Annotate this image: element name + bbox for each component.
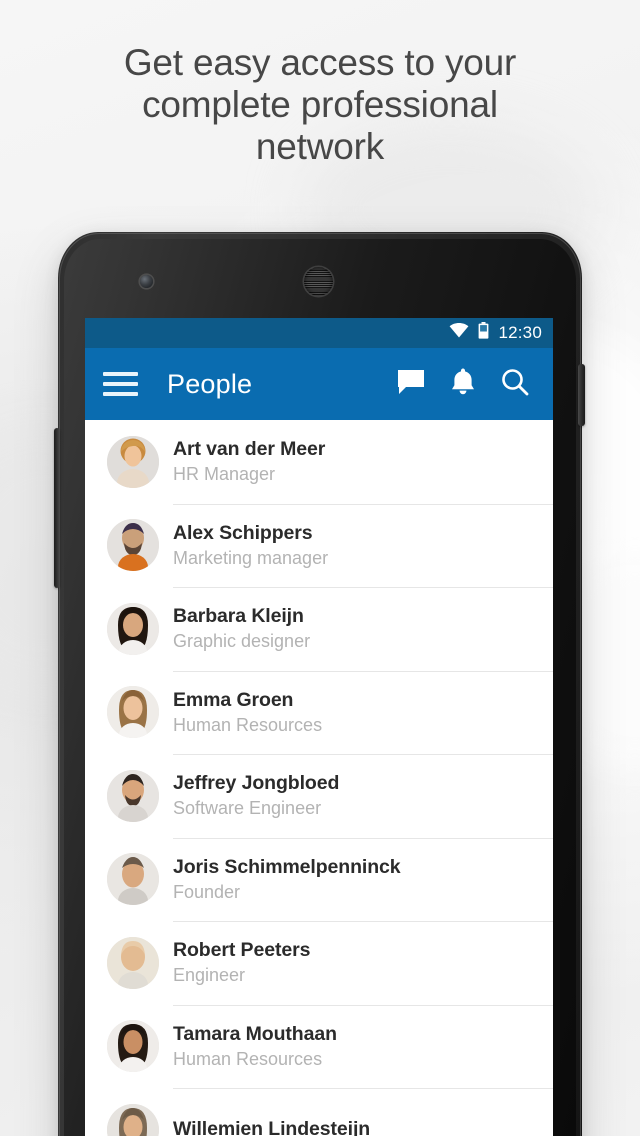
people-list: Art van der Meer HR Manager Alex Schippe… xyxy=(85,420,553,1136)
person-role: Software Engineer xyxy=(173,798,322,819)
list-item[interactable]: Willemien Lindesteijn xyxy=(85,1088,553,1136)
list-item[interactable]: Barbara Kleijn Graphic designer xyxy=(85,587,553,671)
list-item[interactable]: Joris Schimmelpenninck Founder xyxy=(85,837,553,922)
app-bar: People xyxy=(85,348,553,420)
person-role: Graphic designer xyxy=(173,631,311,652)
avatar xyxy=(107,1020,159,1073)
wifi-icon xyxy=(449,323,469,343)
avatar xyxy=(107,519,159,572)
list-item[interactable]: Robert Peeters Engineer xyxy=(85,921,553,1005)
avatar xyxy=(107,769,159,822)
earpiece-speaker-icon xyxy=(304,267,333,296)
person-text: Emma Groen Human Resources xyxy=(173,688,322,737)
person-text: Joris Schimmelpenninck Founder xyxy=(173,855,401,904)
promo-screenshot: Get easy access to your complete profess… xyxy=(0,0,640,1136)
list-item[interactable]: Jeffrey Jongbloed Software Engineer xyxy=(85,754,553,838)
person-role: Human Resources xyxy=(173,1048,323,1069)
avatar xyxy=(107,936,159,989)
person-name: Willemien Lindesteijn xyxy=(173,1118,371,1136)
app-bar-actions xyxy=(397,368,553,401)
person-text: Alex Schippers Marketing manager xyxy=(173,521,328,570)
person-role: HR Manager xyxy=(173,464,276,485)
battery-icon xyxy=(478,322,489,344)
phone-screen: 12:30 People Art van der Meer HR Manager… xyxy=(85,318,553,1136)
person-text: Willemien Lindesteijn xyxy=(173,1117,370,1136)
volume-rocker-button[interactable] xyxy=(54,428,60,588)
search-button[interactable] xyxy=(501,368,529,401)
person-role: Founder xyxy=(173,881,241,902)
status-bar-clock: 12:30 xyxy=(498,323,542,342)
messages-button[interactable] xyxy=(397,369,425,400)
list-item[interactable]: Tamara Mouthaan Human Resources xyxy=(85,1004,553,1089)
list-item[interactable]: Art van der Meer HR Manager xyxy=(85,420,553,504)
person-name: Jeffrey Jongbloed xyxy=(173,772,340,795)
list-item[interactable]: Emma Groen Human Resources xyxy=(85,670,553,755)
status-bar: 12:30 xyxy=(85,318,553,348)
person-role: Engineer xyxy=(173,965,246,986)
hamburger-menu-icon[interactable] xyxy=(103,372,139,396)
person-name: Joris Schimmelpenninck xyxy=(173,855,401,878)
avatar xyxy=(107,686,159,739)
person-name: Alex Schippers xyxy=(173,521,313,544)
person-text: Jeffrey Jongbloed Software Engineer xyxy=(173,771,339,820)
front-camera-icon xyxy=(140,275,153,288)
person-name: Tamara Mouthaan xyxy=(173,1022,337,1045)
power-button[interactable] xyxy=(578,364,585,426)
person-role: Human Resources xyxy=(173,714,323,735)
status-bar-icons: 12:30 xyxy=(449,322,542,344)
avatar xyxy=(107,435,159,488)
avatar xyxy=(107,853,159,906)
person-role: Marketing manager xyxy=(173,547,329,568)
list-item[interactable]: Alex Schippers Marketing manager xyxy=(85,503,553,588)
person-text: Robert Peeters Engineer xyxy=(173,938,310,987)
person-text: Art van der Meer HR Manager xyxy=(173,437,325,486)
person-text: Barbara Kleijn Graphic designer xyxy=(173,604,310,653)
notifications-button[interactable] xyxy=(451,368,475,400)
person-name: Art van der Meer xyxy=(173,438,326,461)
person-text: Tamara Mouthaan Human Resources xyxy=(173,1022,337,1071)
person-name: Emma Groen xyxy=(173,688,294,711)
avatar xyxy=(107,1103,159,1136)
page-title: People xyxy=(167,368,253,399)
person-name: Robert Peeters xyxy=(173,939,311,962)
promo-headline: Get easy access to your complete profess… xyxy=(123,42,517,167)
person-name: Barbara Kleijn xyxy=(173,605,304,628)
avatar xyxy=(107,602,159,655)
